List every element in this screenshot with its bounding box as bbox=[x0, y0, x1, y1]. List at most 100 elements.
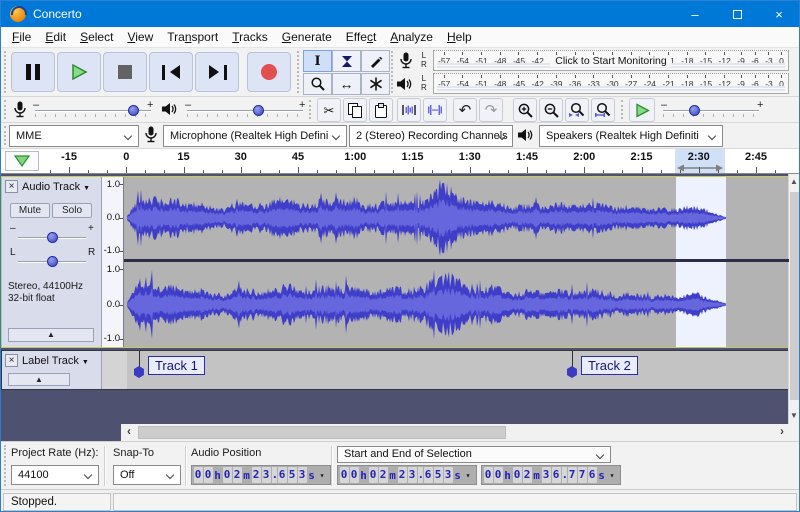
toolbar-grip[interactable] bbox=[621, 100, 624, 119]
dropdown-arrow-icon[interactable]: ▾ bbox=[462, 471, 474, 480]
time-shift-tool-button[interactable]: ↔ bbox=[332, 73, 361, 95]
host-select[interactable]: MME bbox=[9, 125, 139, 147]
menu-item-effect[interactable]: Effect bbox=[339, 28, 383, 46]
quick-play-pin-button[interactable] bbox=[5, 151, 39, 171]
toolbar-grip[interactable] bbox=[297, 51, 300, 93]
mixer-and-edit-toolbars: – + – + ✂ ↶ ↷ – + bbox=[1, 97, 799, 123]
selection-start-field[interactable]: 0 0 h 0 2 m 2 3. 6 5 3 s ▾ bbox=[337, 465, 477, 485]
play-at-speed-button[interactable] bbox=[629, 98, 655, 122]
project-rate-select[interactable]: 44100 bbox=[11, 465, 99, 485]
label-track[interactable]: × Label Track ▼ ▲ Track 1 Track 2 bbox=[1, 350, 790, 390]
selection-end-field[interactable]: 0 0 h 0 2 m 3 6. 7 7 6 s ▾ bbox=[481, 465, 621, 485]
scroll-left-button[interactable]: ‹ bbox=[121, 424, 137, 441]
minimize-button[interactable]: – bbox=[675, 1, 715, 27]
track-name-menu[interactable]: Label Track ▼ bbox=[22, 355, 89, 367]
multi-tool-button[interactable] bbox=[361, 73, 390, 95]
menu-item-file[interactable]: File bbox=[5, 28, 38, 46]
toolbar-grip[interactable] bbox=[4, 126, 7, 145]
snap-to-select[interactable]: Off bbox=[113, 465, 181, 485]
stop-button[interactable] bbox=[103, 52, 147, 92]
pause-button[interactable] bbox=[11, 52, 55, 92]
draw-tool-button[interactable] bbox=[361, 50, 390, 72]
track-area[interactable]: × Audio Track ▼ Mute Solo – + L R Stereo,… bbox=[1, 174, 799, 424]
playback-volume-slider[interactable] bbox=[187, 110, 303, 112]
label-box[interactable]: Track 2 bbox=[580, 356, 638, 375]
audio-track-control-panel[interactable]: × Audio Track ▼ Mute Solo – + L R Stereo,… bbox=[2, 177, 102, 347]
zoom-selection-button[interactable] bbox=[565, 98, 589, 122]
monitoring-overlay[interactable]: Click to Start Monitoring bbox=[550, 55, 672, 67]
menu-item-select[interactable]: Select bbox=[73, 28, 120, 46]
waveform-channel-1[interactable] bbox=[124, 177, 789, 259]
menu-item-help[interactable]: Help bbox=[440, 28, 479, 46]
paste-button[interactable] bbox=[369, 98, 393, 122]
dropdown-arrow-icon[interactable]: ▾ bbox=[316, 471, 328, 480]
undo-button[interactable]: ↶ bbox=[453, 98, 477, 122]
copy-button[interactable] bbox=[343, 98, 367, 122]
zoom-in-button[interactable] bbox=[513, 98, 537, 122]
toolbar-grip[interactable] bbox=[4, 51, 7, 93]
label-track-content[interactable]: Track 1 Track 2 bbox=[102, 351, 789, 389]
mute-button[interactable]: Mute bbox=[10, 203, 50, 218]
dropdown-arrow-icon[interactable]: ▾ bbox=[606, 471, 618, 480]
play-button[interactable] bbox=[57, 52, 101, 92]
audio-position-label: Audio Position bbox=[191, 447, 262, 459]
play-speed-slider[interactable] bbox=[663, 110, 759, 112]
label-track-control-panel[interactable]: × Label Track ▼ ▲ bbox=[2, 351, 102, 389]
solo-button[interactable]: Solo bbox=[52, 203, 92, 218]
close-button[interactable]: × bbox=[759, 1, 799, 27]
toolbar-grip[interactable] bbox=[4, 100, 7, 119]
input-device-select[interactable]: Microphone (Realtek High Defini bbox=[163, 125, 347, 147]
zoom-out-button[interactable] bbox=[539, 98, 563, 122]
selection-tool-button[interactable]: I bbox=[303, 50, 332, 72]
waveform-channel-2[interactable] bbox=[124, 262, 789, 347]
skip-to-end-button[interactable] bbox=[195, 52, 239, 92]
playback-meter[interactable]: -57 -54 -51 -48 -45 -42 -39 -36 -33 -30 -27 -24 -21-… bbox=[433, 73, 789, 94]
recording-meter[interactable]: -57-54-51-48-45-42-39-36-33-30-27-24-21-… bbox=[433, 50, 789, 71]
selection-mode-select[interactable]: Start and End of Selection bbox=[337, 446, 611, 463]
audio-position-field[interactable]: 0 0 h 0 2 m 2 3. 6 5 3 s ▾ bbox=[191, 465, 331, 485]
toolbar-grip[interactable] bbox=[4, 445, 7, 486]
menu-item-analyze[interactable]: Analyze bbox=[383, 28, 440, 46]
scroll-down-button[interactable]: ▼ bbox=[789, 408, 799, 424]
menu-item-tracks[interactable]: Tracks bbox=[225, 28, 275, 46]
scroll-up-button[interactable]: ▲ bbox=[789, 174, 799, 190]
horizontal-scroll-thumb[interactable] bbox=[138, 426, 506, 439]
collapse-track-button[interactable]: ▲ bbox=[8, 373, 70, 386]
title-bar[interactable]: Concerto – × bbox=[1, 1, 799, 27]
track-menu-arrow-icon: ▼ bbox=[81, 359, 89, 366]
output-device-select[interactable]: Speakers (Realtek High Definiti bbox=[539, 125, 723, 147]
silence-audio-button[interactable] bbox=[423, 98, 447, 122]
audio-track[interactable]: × Audio Track ▼ Mute Solo – + L R Stereo,… bbox=[1, 176, 790, 348]
pan-thumb[interactable] bbox=[46, 256, 58, 267]
label-flag-icon[interactable] bbox=[133, 366, 144, 378]
waveform-area[interactable] bbox=[124, 177, 789, 347]
menu-item-generate[interactable]: Generate bbox=[275, 28, 339, 46]
track-close-button[interactable]: × bbox=[5, 180, 18, 193]
label-box[interactable]: Track 1 bbox=[147, 356, 205, 375]
skip-to-start-button[interactable] bbox=[149, 52, 193, 92]
toolbar-grip[interactable] bbox=[391, 51, 394, 93]
zoom-fit-button[interactable] bbox=[591, 98, 615, 122]
label-flag-icon[interactable] bbox=[566, 366, 577, 378]
track-close-button[interactable]: × bbox=[5, 354, 18, 367]
horizontal-scrollbar[interactable]: ‹ › bbox=[121, 424, 790, 441]
vertical-scroll-thumb[interactable] bbox=[790, 192, 799, 400]
menu-item-transport[interactable]: Transport bbox=[160, 28, 225, 46]
toolbar-grip[interactable] bbox=[309, 100, 312, 119]
envelope-tool-button[interactable] bbox=[332, 50, 361, 72]
record-button[interactable] bbox=[247, 52, 291, 92]
gain-thumb[interactable] bbox=[46, 232, 58, 243]
maximize-button[interactable] bbox=[717, 1, 757, 27]
trim-audio-button[interactable] bbox=[397, 98, 421, 122]
cut-button[interactable]: ✂ bbox=[317, 98, 341, 122]
menu-item-edit[interactable]: Edit bbox=[38, 28, 73, 46]
collapse-track-button[interactable]: ▲ bbox=[8, 328, 94, 342]
menu-item-view[interactable]: View bbox=[120, 28, 160, 46]
zoom-tool-button[interactable] bbox=[303, 73, 332, 95]
vertical-scrollbar[interactable]: ▲ ▼ bbox=[788, 174, 799, 424]
redo-button[interactable]: ↷ bbox=[479, 98, 503, 122]
track-name-menu[interactable]: Audio Track ▼ bbox=[22, 181, 90, 193]
recording-channels-select[interactable]: 2 (Stereo) Recording Channels bbox=[349, 125, 513, 147]
vertical-ruler[interactable]: 1.0 0.0 -1.0 1.0 0.0 -1.0 bbox=[102, 177, 124, 347]
timeline-ruler[interactable]: -15 0 15 30 45 1:00 1:15 1:30 1:45 2:00 2:15 2:30 2:… bbox=[1, 149, 799, 174]
